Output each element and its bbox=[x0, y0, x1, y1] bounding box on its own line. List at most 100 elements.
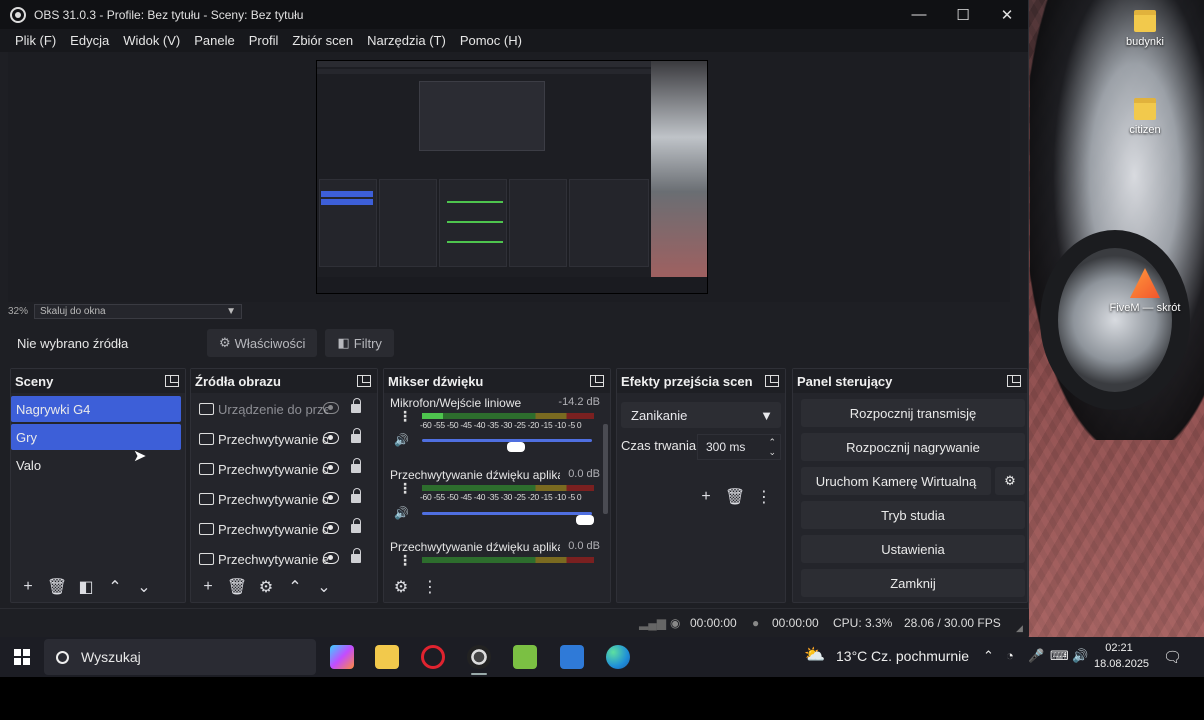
undock-icon[interactable] bbox=[590, 375, 604, 387]
windows-start-icon[interactable] bbox=[14, 649, 30, 665]
transition-menu-icon[interactable]: ⋮ bbox=[753, 486, 775, 508]
channel-menu-icon[interactable]: ⋮ bbox=[398, 408, 412, 425]
scene-item[interactable]: Valo bbox=[11, 452, 181, 478]
start-streaming-button[interactable]: Rozpocznij transmisję bbox=[801, 399, 1025, 427]
volume-icon[interactable]: 🔊 bbox=[1072, 648, 1088, 664]
settings-button[interactable]: Ustawienia bbox=[801, 535, 1025, 563]
eye-icon[interactable] bbox=[323, 522, 339, 534]
menu-view[interactable]: Widok (V) bbox=[116, 33, 187, 48]
lock-icon[interactable] bbox=[351, 428, 361, 443]
remove-source-button[interactable]: 🗑 bbox=[226, 576, 248, 598]
volume-slider-knob[interactable] bbox=[506, 442, 525, 452]
channel-menu-icon[interactable]: ⋮ bbox=[398, 552, 412, 569]
menu-file[interactable]: Plik (F) bbox=[8, 33, 63, 48]
add-scene-button[interactable]: + bbox=[17, 576, 39, 598]
scene-item[interactable]: Gry bbox=[11, 424, 181, 450]
eye-icon[interactable] bbox=[323, 492, 339, 504]
weather-icon[interactable]: ⛅ bbox=[804, 645, 825, 665]
lock-icon[interactable] bbox=[351, 548, 361, 563]
transition-select[interactable]: Zanikanie ▼ bbox=[621, 402, 781, 428]
virtual-camera-settings-button[interactable]: ⚙ bbox=[995, 467, 1025, 495]
minimize-button[interactable]: — bbox=[897, 0, 941, 29]
source-item[interactable]: Przechwytywanie okna bbox=[191, 454, 377, 484]
menu-tools[interactable]: Narzędzia (T) bbox=[360, 33, 453, 48]
undock-icon[interactable] bbox=[165, 375, 179, 387]
volume-slider[interactable] bbox=[422, 439, 592, 452]
mixer-menu-icon[interactable]: ⋮ bbox=[419, 576, 441, 598]
source-item[interactable]: Przechwytywanie okna bbox=[191, 514, 377, 544]
spin-arrows-icon[interactable]: ⌃ ⌄ bbox=[768, 437, 776, 457]
scene-item[interactable]: Nagrywki G4 bbox=[11, 396, 181, 422]
remove-scene-button[interactable]: 🗑 bbox=[46, 576, 68, 598]
source-item[interactable]: Przechwytywanie ekranu bbox=[191, 544, 377, 574]
file-explorer-icon[interactable] bbox=[375, 645, 399, 669]
undock-icon[interactable] bbox=[357, 375, 371, 387]
eye-off-icon[interactable] bbox=[323, 402, 339, 414]
close-button[interactable]: ✕ bbox=[985, 0, 1029, 29]
maximize-button[interactable]: ☐ bbox=[941, 0, 985, 29]
duration-input[interactable]: 300 ms ⌃ ⌄ bbox=[697, 434, 781, 460]
exit-button[interactable]: Zamknij bbox=[801, 569, 1025, 597]
lock-icon[interactable] bbox=[351, 488, 361, 503]
app-icon[interactable] bbox=[560, 645, 584, 669]
preview-canvas[interactable] bbox=[8, 52, 1010, 302]
resize-grip-icon[interactable]: ◢ bbox=[1016, 623, 1023, 634]
opera-icon[interactable] bbox=[421, 645, 445, 669]
source-item[interactable]: Przechwytywanie okna bbox=[191, 424, 377, 454]
eye-icon[interactable] bbox=[323, 432, 339, 444]
channel-menu-icon[interactable]: ⋮ bbox=[398, 480, 412, 497]
start-virtual-camera-button[interactable]: Uruchom Kamerę Wirtualną bbox=[801, 467, 991, 495]
tray-app-icon[interactable]: ◔ bbox=[1006, 648, 1014, 663]
scene-filters-button[interactable]: ◧ bbox=[75, 576, 97, 598]
lock-icon[interactable] bbox=[351, 458, 361, 473]
weather-description[interactable]: Cz. pochmurnie bbox=[871, 648, 969, 664]
taskbar-search[interactable]: Wyszukaj bbox=[44, 639, 316, 675]
chevron-up-icon[interactable]: ⌃ bbox=[983, 648, 994, 664]
volume-slider-knob[interactable] bbox=[576, 515, 595, 525]
start-recording-button[interactable]: Rozpocznij nagrywanie bbox=[801, 433, 1025, 461]
lock-icon[interactable] bbox=[351, 518, 361, 533]
advanced-audio-icon[interactable]: ⚙ bbox=[390, 576, 412, 598]
weather-temp[interactable]: 13°C bbox=[836, 648, 867, 664]
menu-help[interactable]: Pomoc (H) bbox=[453, 33, 529, 48]
title-bar[interactable]: OBS 31.0.3 - Profile: Bez tytułu - Sceny… bbox=[0, 0, 1028, 29]
add-source-button[interactable]: + bbox=[197, 576, 219, 598]
studio-mode-button[interactable]: Tryb studia bbox=[801, 501, 1025, 529]
move-down-button[interactable]: ⌄ bbox=[313, 576, 335, 598]
undock-icon[interactable] bbox=[765, 375, 779, 387]
move-up-button[interactable]: ⌃ bbox=[104, 576, 126, 598]
network-icon[interactable]: ⌨ bbox=[1050, 648, 1069, 664]
source-item[interactable]: Urządzenie do przechwytywania bbox=[191, 394, 377, 424]
menu-edit[interactable]: Edycja bbox=[63, 33, 116, 48]
notifications-icon[interactable]: 🗨 bbox=[1163, 648, 1182, 666]
clock[interactable]: 02:21 18.08.2025 bbox=[1094, 640, 1149, 672]
desktop-icon-fivem[interactable]: FiveM — skrót bbox=[1100, 268, 1190, 314]
game-app-icon[interactable] bbox=[513, 645, 537, 669]
microphone-icon[interactable]: 🎤 bbox=[1028, 648, 1044, 664]
edge-icon[interactable] bbox=[606, 645, 630, 669]
menu-scene-collection[interactable]: Zbiór scen bbox=[285, 33, 360, 48]
properties-button[interactable]: ⚙ Właściwości bbox=[207, 329, 318, 357]
menu-docks[interactable]: Panele bbox=[187, 33, 241, 48]
filters-button[interactable]: ◧ Filtry bbox=[325, 329, 394, 357]
obs-taskbar-icon[interactable] bbox=[467, 645, 491, 675]
menu-profile[interactable]: Profil bbox=[242, 33, 286, 48]
desktop-icon-budynki[interactable]: budynki bbox=[1105, 10, 1185, 48]
speaker-icon[interactable]: 🔊 bbox=[394, 433, 409, 447]
remove-transition-button[interactable]: 🗑 bbox=[724, 486, 746, 508]
copilot-icon[interactable] bbox=[330, 645, 354, 669]
eye-icon[interactable] bbox=[323, 462, 339, 474]
source-properties-button[interactable]: ⚙ bbox=[255, 576, 277, 598]
move-down-button[interactable]: ⌄ bbox=[133, 576, 155, 598]
desktop-icon-citizen[interactable]: citizen bbox=[1105, 98, 1185, 136]
eye-icon[interactable] bbox=[323, 552, 339, 564]
lock-icon[interactable] bbox=[351, 398, 361, 413]
mixer-scrollbar[interactable] bbox=[603, 424, 608, 514]
undock-icon[interactable] bbox=[1007, 375, 1021, 387]
speaker-icon[interactable]: 🔊 bbox=[394, 506, 409, 520]
source-item[interactable]: Przechwytywanie okna bbox=[191, 484, 377, 514]
scale-mode-select[interactable]: Skaluj do okna ▼ bbox=[34, 303, 243, 319]
volume-slider[interactable] bbox=[422, 512, 595, 525]
move-up-button[interactable]: ⌃ bbox=[284, 576, 306, 598]
add-transition-button[interactable]: + bbox=[695, 486, 717, 508]
